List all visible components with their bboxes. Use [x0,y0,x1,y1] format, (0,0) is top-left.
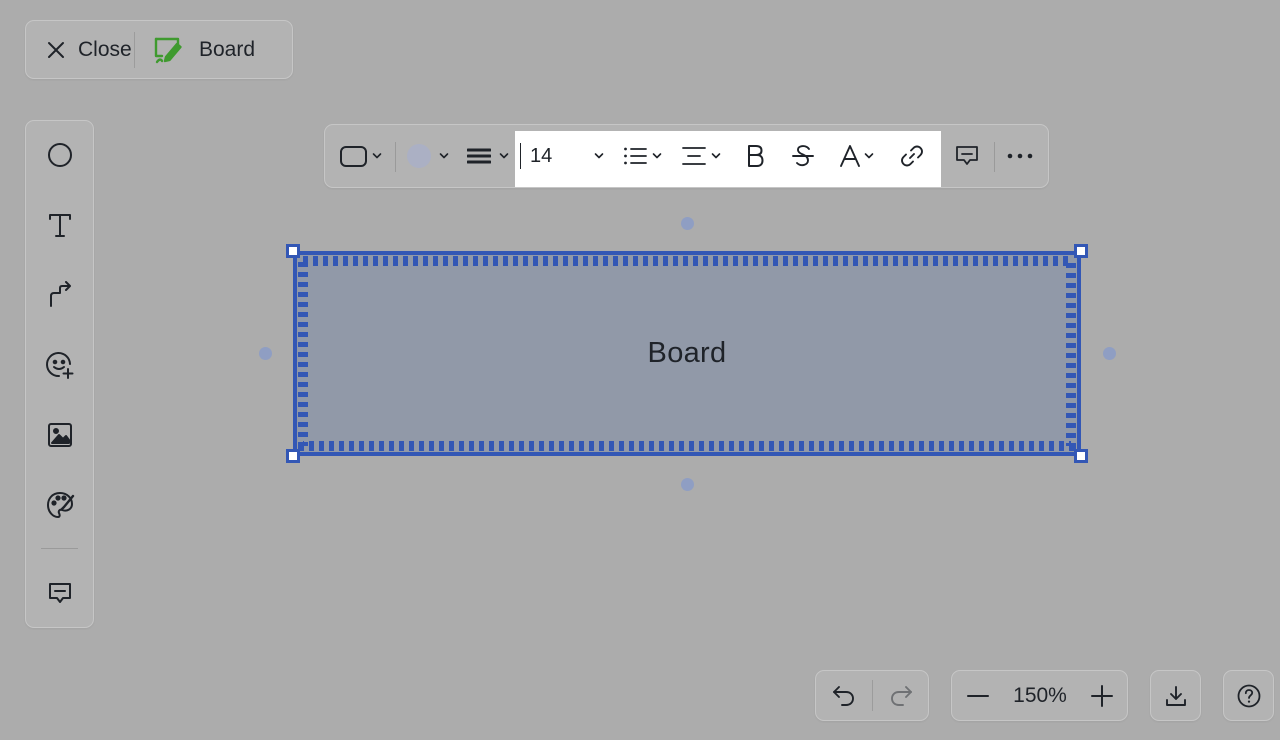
chevron-down-icon [711,152,721,160]
left-toolbar [25,120,94,628]
help-button[interactable] [1224,671,1273,720]
board-shape[interactable]: Board [293,251,1081,456]
align-dropdown[interactable] [682,125,721,187]
shape-text: Board [647,337,727,369]
help-control [1223,670,1274,721]
redo-icon [889,685,913,707]
history-controls [815,670,929,721]
close-label: Close [78,37,132,61]
connector-icon [46,281,74,309]
connector-point-right[interactable] [1103,347,1116,360]
fill-color-dropdown[interactable] [407,125,449,187]
download-icon [1165,685,1187,707]
strikethrough-icon [792,144,814,168]
image-tool-button[interactable] [26,413,93,457]
shape-type-dropdown[interactable] [339,125,382,187]
toolbar-divider [395,142,396,172]
circle-tool-button[interactable] [26,133,93,177]
comment-tool-button[interactable] [26,571,93,615]
board-header: Close Board [25,20,293,79]
border-weight-dropdown[interactable] [467,125,509,187]
connector-point-bottom[interactable] [681,478,694,491]
bold-button[interactable] [744,125,766,187]
chevron-down-icon [864,152,874,160]
palette-tool-button[interactable] [26,483,93,527]
list-dropdown[interactable] [623,125,662,187]
text-cursor [520,143,521,169]
link-icon [900,144,924,168]
comment-button[interactable] [955,125,979,187]
resize-handle-bottom-right[interactable] [1074,449,1088,463]
text-color-dropdown[interactable] [839,125,874,187]
redo-button[interactable] [873,671,928,720]
font-size-value: 14 [530,144,553,167]
comment-icon [46,579,74,607]
connector-tool-button[interactable] [26,273,93,317]
download-button[interactable] [1151,671,1200,720]
text-icon [46,211,74,239]
format-toolbar: 14 [324,124,1049,188]
sticker-add-icon [45,350,75,380]
bullet-list-icon [623,145,647,167]
image-icon [46,421,74,449]
chevron-down-icon [594,152,604,160]
align-icon [682,145,706,167]
chevron-down-icon [499,152,509,160]
palette-icon [45,490,75,520]
resize-handle-top-right[interactable] [1074,244,1088,258]
help-icon [1237,684,1261,708]
resize-handle-bottom-left[interactable] [286,449,300,463]
connector-point-top[interactable] [681,217,694,230]
download-control [1150,670,1201,721]
strikethrough-button[interactable] [792,125,814,187]
undo-icon [832,685,856,707]
board-title-button[interactable]: Board [135,21,255,78]
close-icon [46,40,66,60]
chevron-down-icon [372,152,382,160]
fill-color-swatch [407,144,431,168]
font-size-dropdown[interactable]: 14 [530,125,608,187]
toolbar-divider [994,142,995,172]
border-weight-icon [467,146,491,166]
connector-point-left[interactable] [259,347,272,360]
minus-icon [967,685,989,707]
zoom-level[interactable]: 150% [1004,671,1076,720]
zoom-controls: 150% [951,670,1128,721]
rounded-rect-icon [339,144,369,168]
undo-button[interactable] [816,671,872,720]
more-icon [1007,153,1033,159]
comment-icon [955,144,979,168]
chevron-down-icon [439,152,449,160]
more-options-button[interactable] [1007,125,1033,187]
resize-handle-top-left[interactable] [286,244,300,258]
board-title: Board [199,37,256,61]
close-button[interactable]: Close [26,21,134,78]
zoom-in-button[interactable] [1076,671,1127,720]
sticker-tool-button[interactable] [26,343,93,387]
circle-icon [46,141,74,169]
link-button[interactable] [900,125,924,187]
chevron-down-icon [652,152,662,160]
left-toolbar-divider [41,548,78,549]
plus-icon [1090,684,1113,707]
zoom-out-button[interactable] [952,671,1004,720]
text-tool-button[interactable] [26,203,93,247]
board-app-icon [153,36,183,64]
text-color-icon [839,144,861,168]
bold-icon [744,144,766,168]
